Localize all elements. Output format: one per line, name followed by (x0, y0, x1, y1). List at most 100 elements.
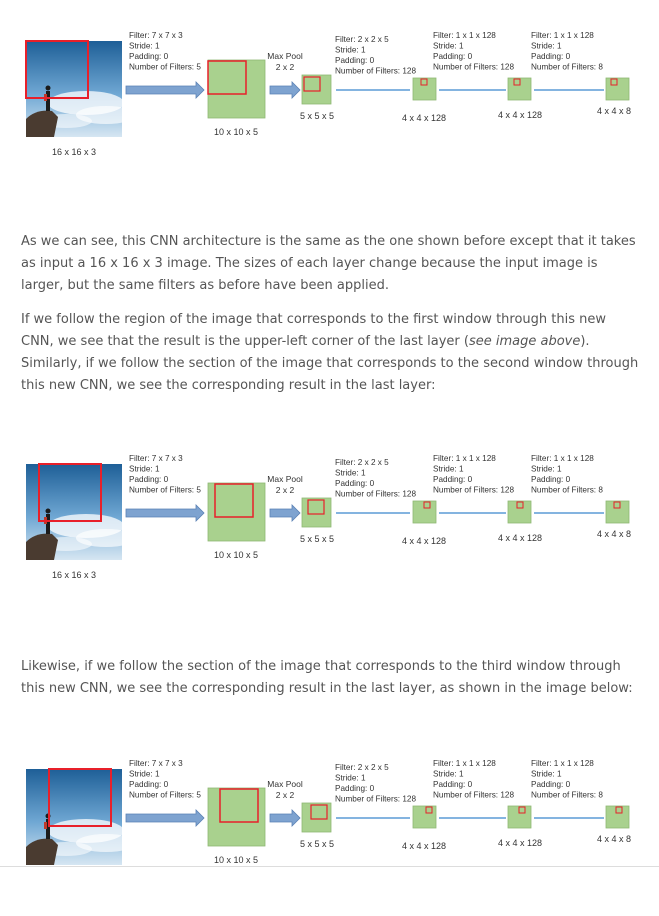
conv2-params-line-2: Stride: 1 (335, 46, 366, 55)
layer4-size-label: 4 x 4 x 128 (498, 110, 542, 120)
maxpool-label: Max Pool (267, 51, 303, 61)
conv2-params-line-4: Number of Filters: 128 (335, 795, 416, 804)
conv2-params-line-4: Number of Filters: 128 (335, 490, 416, 499)
layer1-size-label: 10 x 10 x 5 (214, 127, 258, 137)
conv3-params-line-3: Padding: 0 (433, 475, 473, 484)
layer3-size-label: 4 x 4 x 128 (402, 113, 446, 123)
paragraph-first-window: If we follow the region of the image tha… (21, 309, 641, 397)
conv4-params-line-2: Stride: 1 (531, 42, 562, 51)
conv2-params-line-4: Number of Filters: 128 (335, 67, 416, 76)
conv1-arrow (125, 809, 205, 827)
layer2-block (301, 497, 332, 528)
conv1-params-line-2: Stride: 1 (129, 42, 160, 51)
conv1-params-line-4: Number of Filters: 5 (129, 63, 201, 72)
layer2-size-label: 5 x 5 x 5 (300, 111, 334, 121)
conv3-params-line-4: Number of Filters: 128 (433, 791, 514, 800)
image-person-head (45, 85, 51, 91)
layer3-block (412, 805, 437, 829)
conv4-params-line-1: Filter: 1 x 1 x 128 (531, 31, 594, 40)
conv2-params-line-1: Filter: 2 x 2 x 5 (335, 35, 389, 44)
conv3-params-line-1: Filter: 1 x 1 x 128 (433, 759, 496, 768)
input-size-label: 16 x 16 x 3 (52, 570, 96, 580)
conv3-params-line-3: Padding: 0 (433, 52, 473, 61)
layer1-size-label: 10 x 10 x 5 (214, 550, 258, 560)
conv4-params-line-4: Number of Filters: 8 (531, 791, 603, 800)
conv1-params-line-2: Stride: 1 (129, 770, 160, 779)
layer4-size-label: 4 x 4 x 128 (498, 533, 542, 543)
conv3-params-line-1: Filter: 1 x 1 x 128 (433, 31, 496, 40)
image-person-backpack (44, 822, 47, 829)
conv4-params-line-1: Filter: 1 x 1 x 128 (531, 759, 594, 768)
layer2-size-label: 5 x 5 x 5 (300, 534, 334, 544)
conv2-params-line-1: Filter: 2 x 2 x 5 (335, 458, 389, 467)
conv4-params-line-4: Number of Filters: 8 (531, 63, 603, 72)
maxpool-label: Max Pool (267, 779, 303, 789)
conv1-params-line-3: Padding: 0 (129, 475, 169, 484)
input-image (26, 41, 136, 137)
layer5-block (605, 500, 630, 524)
layer3-block (412, 77, 437, 101)
conv3-params-line-2: Stride: 1 (433, 770, 464, 779)
layer4-size-label: 4 x 4 x 128 (498, 838, 542, 848)
conv1-arrow (125, 504, 205, 522)
conv2-params-line-2: Stride: 1 (335, 774, 366, 783)
conv2-params-line-2: Stride: 1 (335, 469, 366, 478)
conv1-params-line-2: Stride: 1 (129, 465, 160, 474)
conv3-params-line-4: Number of Filters: 128 (433, 63, 514, 72)
layer5-size-label: 4 x 4 x 8 (597, 106, 631, 116)
layer3-size-label: 4 x 4 x 128 (402, 841, 446, 851)
maxpool-arrow (269, 81, 301, 99)
maxpool-arrow (269, 504, 301, 522)
conv1-params-line-4: Number of Filters: 5 (129, 486, 201, 495)
conv1-params-line-4: Number of Filters: 5 (129, 791, 201, 800)
conv4-params-line-2: Stride: 1 (531, 770, 562, 779)
conv4-params-line-1: Filter: 1 x 1 x 128 (531, 454, 594, 463)
layer3-size-label: 4 x 4 x 128 (402, 536, 446, 546)
image-person-head (45, 508, 51, 514)
maxpool-size-label: 2 x 2 (276, 62, 295, 72)
input-size-label: 16 x 16 x 3 (52, 147, 96, 157)
layer2-block (301, 74, 332, 105)
conv2-params-line-3: Padding: 0 (335, 479, 375, 488)
conv3-params-line-1: Filter: 1 x 1 x 128 (433, 454, 496, 463)
maxpool-arrow (269, 809, 301, 827)
cnn-diagram: 16 x 16 x 3Filter: 7 x 7 x 3Stride: 1Pad… (26, 454, 631, 580)
conv1-params-line-1: Filter: 7 x 7 x 3 (129, 31, 183, 40)
conv3-params-line-2: Stride: 1 (433, 465, 464, 474)
input-image (26, 769, 136, 865)
layer1-size-label: 10 x 10 x 5 (214, 855, 258, 865)
layer1-block (207, 59, 266, 119)
conv3-params-line-4: Number of Filters: 128 (433, 486, 514, 495)
maxpool-size-label: 2 x 2 (276, 790, 295, 800)
input-image (26, 464, 136, 560)
cnn-figure-window-3: Filter: 7 x 7 x 3 Stride: 1 Padding: 0 Numb… (0, 756, 659, 916)
maxpool-label: Max Pool (267, 474, 303, 484)
conv1-params-line-3: Padding: 0 (129, 52, 169, 61)
bottom-divider (0, 866, 659, 867)
conv2-params-line-3: Padding: 0 (335, 784, 375, 793)
layer4-block (507, 500, 532, 524)
conv3-params-line-2: Stride: 1 (433, 42, 464, 51)
conv2-params-line-3: Padding: 0 (335, 56, 375, 65)
conv1-params-line-1: Filter: 7 x 7 x 3 (129, 454, 183, 463)
conv1-arrow (125, 81, 205, 99)
conv4-params-line-2: Stride: 1 (531, 465, 562, 474)
paragraph-first-window-emphasis: see image above (468, 334, 581, 349)
conv2-params-line-1: Filter: 2 x 2 x 5 (335, 763, 389, 772)
conv1-params-line-1: Filter: 7 x 7 x 3 (129, 759, 183, 768)
conv4-params-line-4: Number of Filters: 8 (531, 486, 603, 495)
cnn-diagram: Filter: 7 x 7 x 3Stride: 1Padding: 0Numb… (26, 759, 631, 865)
cnn-diagram: 16 x 16 x 3Filter: 7 x 7 x 3Stride: 1Pad… (25, 31, 631, 157)
layer2-size-label: 5 x 5 x 5 (300, 839, 334, 849)
conv1-params-line-3: Padding: 0 (129, 780, 169, 789)
paragraph-third-window: Likewise, if we follow the section of th… (21, 659, 633, 696)
paragraph-architecture: As we can see, this CNN architecture is … (21, 234, 636, 293)
layer5-block (605, 805, 630, 829)
conv4-params-line-3: Padding: 0 (531, 475, 571, 484)
layer1-block (207, 787, 266, 847)
conv3-params-line-3: Padding: 0 (433, 780, 473, 789)
cnn-figure-window-2: 16 x 16 x 3 Filter: 7 x 7 x 3 Stride: 1 Pad… (0, 451, 659, 611)
conv4-params-line-3: Padding: 0 (531, 780, 571, 789)
layer5-size-label: 4 x 4 x 8 (597, 529, 631, 539)
layer5-size-label: 4 x 4 x 8 (597, 834, 631, 844)
